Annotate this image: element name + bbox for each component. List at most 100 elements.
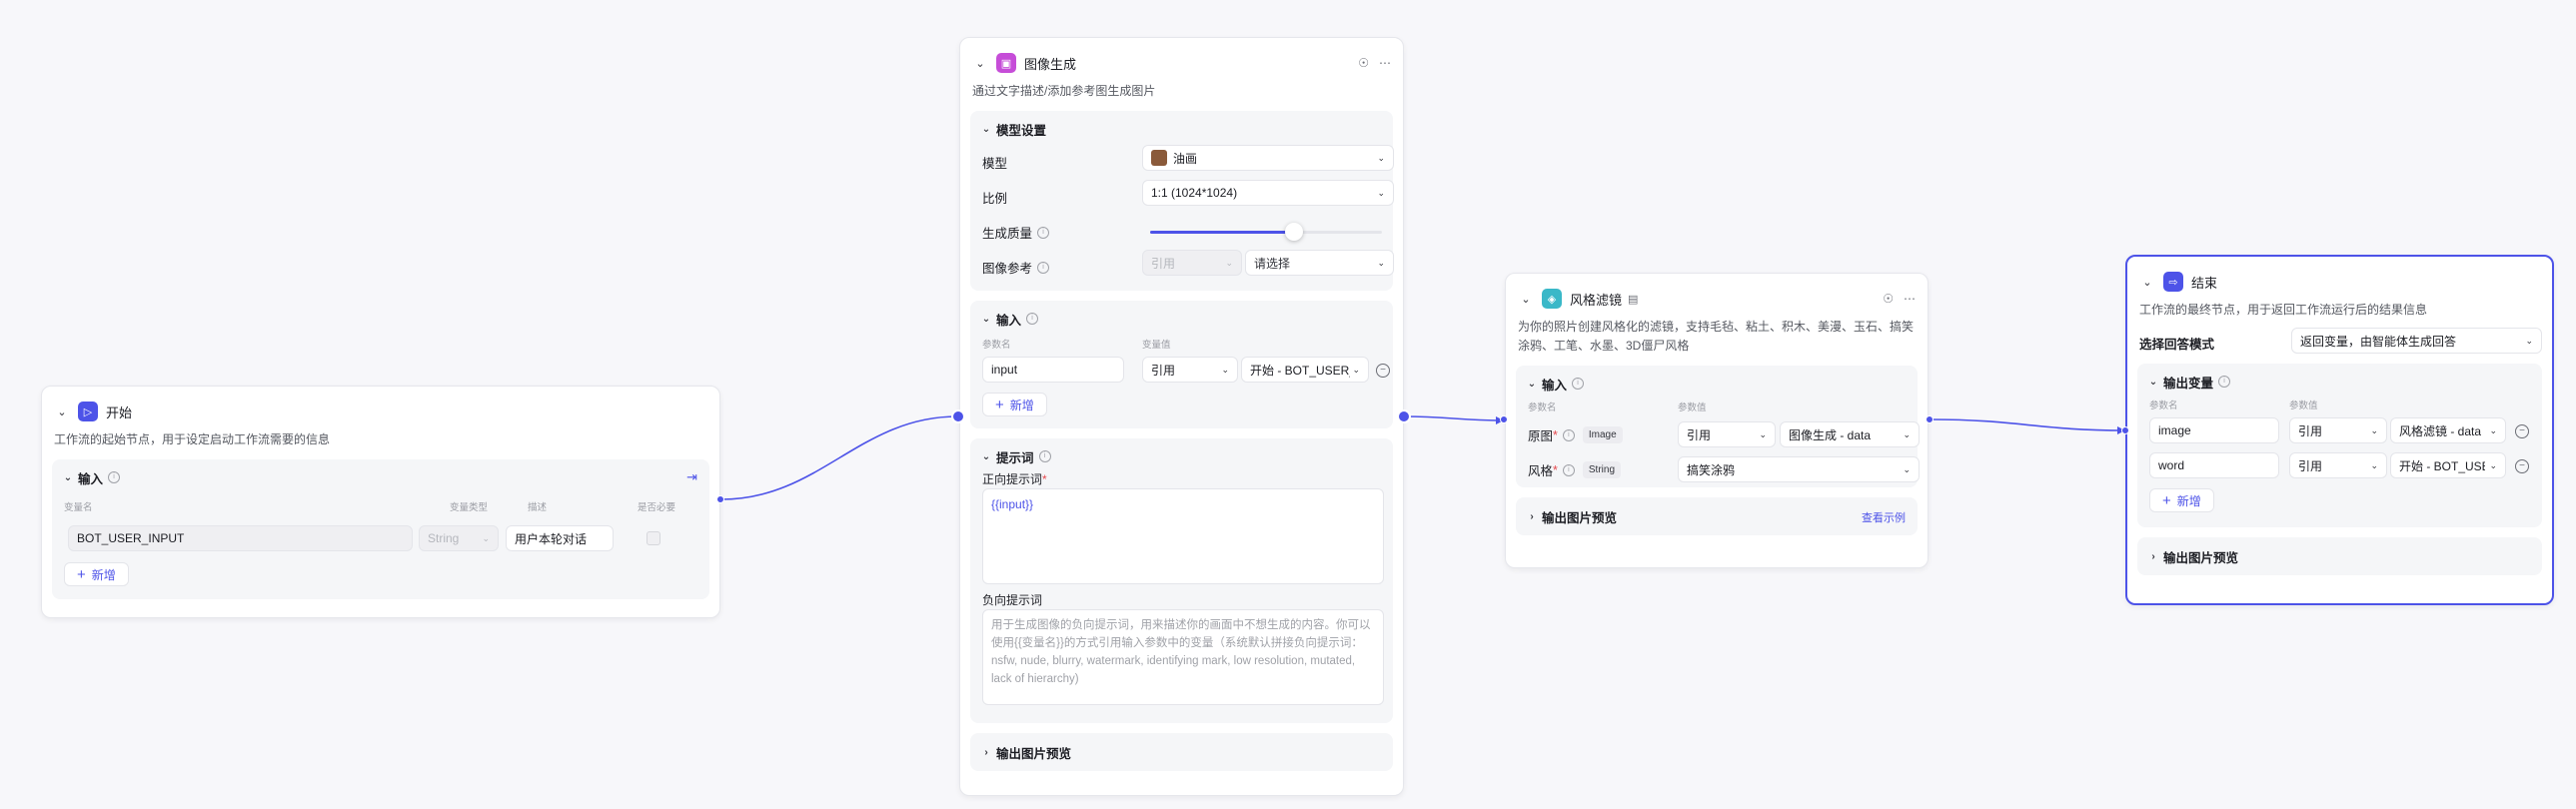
add-variable-button[interactable]: + 新增 — [64, 562, 129, 586]
chevron-down-icon[interactable]: ⌄ — [980, 121, 992, 137]
chevron-down-icon[interactable]: ⌄ — [980, 448, 992, 464]
style-filter-node[interactable]: ⌄ ◈ 风格滤镜 ▤ ☉ ⋯ 为你的照片创建风格化的滤镜，支持毛毡、粘土、积木、… — [1505, 273, 1929, 568]
image-node-header[interactable]: ⌄ ▣ 图像生成 ☉ ⋯ — [972, 50, 1391, 76]
model-label: 模型 — [982, 157, 1008, 171]
chevron-down-icon[interactable]: ⌄ — [54, 404, 70, 419]
add-variable-icon[interactable]: ⇥ — [686, 469, 697, 485]
node-description: 工作流的最终节点，用于返回工作流运行后的结果信息 — [2139, 303, 2428, 317]
filter-output-port[interactable] — [1926, 415, 1933, 423]
remove-row-icon[interactable]: − — [1376, 364, 1390, 378]
info-icon: i — [1026, 313, 1039, 325]
model-settings-title[interactable]: ⌄ 模型设置 — [980, 119, 1383, 139]
output-vars-title[interactable]: ⌄ 输出变量 i — [2147, 372, 2532, 392]
start-output-port[interactable] — [716, 495, 724, 503]
more-icon[interactable]: ⋯ — [1904, 292, 1916, 306]
positive-prompt-input[interactable]: {{input}} — [982, 488, 1384, 584]
chevron-right-icon[interactable]: › — [1526, 508, 1538, 524]
quality-slider[interactable] — [1150, 223, 1382, 241]
debug-icon[interactable]: ☉ — [1358, 56, 1369, 70]
filter-node-header[interactable]: ⌄ ◈ 风格滤镜 ▤ ☉ ⋯ — [1518, 286, 1916, 312]
info-icon: i — [2218, 376, 2231, 388]
add-output-var-button[interactable]: + 新增 — [2149, 488, 2214, 512]
end-node[interactable]: ⌄ ⇨ 结束 工作流的最终节点，用于返回工作流运行后的结果信息 选择回答模式 返… — [2125, 255, 2554, 605]
chevron-down-icon[interactable]: ⌄ — [62, 469, 74, 485]
input-section-title[interactable]: ⌄ 输入 i — [980, 309, 1383, 329]
filter-input-port[interactable] — [1500, 415, 1508, 423]
output-var-name-field[interactable]: word — [2149, 452, 2279, 478]
quality-label: 生成质量 i — [982, 223, 1050, 242]
answer-mode-row: 选择回答模式 返回变量，由智能体生成回答 ⌄ — [2139, 326, 2542, 360]
chevron-right-icon[interactable]: › — [980, 744, 992, 760]
image-ref-select[interactable]: 请选择 ⌄ — [1245, 250, 1394, 276]
style-select[interactable]: 搞笑涂鸦 ⌄ — [1678, 456, 1920, 482]
col-var-type: 变量类型 — [450, 502, 489, 513]
input-section-title[interactable]: ⌄ 输入 i — [62, 467, 699, 487]
image-output-port[interactable] — [1397, 409, 1411, 423]
chevron-down-icon[interactable]: ⌄ — [2139, 274, 2155, 290]
plus-icon: + — [995, 396, 1004, 413]
output-preview-section[interactable]: › 输出图片预览 — [2137, 537, 2542, 575]
answer-mode-select[interactable]: 返回变量，由智能体生成回答 ⌄ — [2291, 328, 2542, 354]
chevron-down-icon: ⌄ — [1377, 152, 1385, 163]
output-var-mode-select[interactable]: 引用 ⌄ — [2289, 417, 2387, 443]
output-var-ref-select[interactable]: 开始 - BOT_USER_INPUT ⌄ — [2390, 452, 2506, 478]
end-input-port[interactable] — [2121, 426, 2129, 434]
var-desc-field[interactable]: 用户本轮对话 — [506, 525, 614, 551]
image-ref-mode-select[interactable]: 引用 ⌄ — [1142, 250, 1242, 276]
info-icon: i — [108, 471, 121, 483]
chevron-down-icon: ⌄ — [1903, 428, 1911, 439]
ratio-select[interactable]: 1:1 (1024*1024) ⌄ — [1142, 180, 1394, 206]
input-section-title[interactable]: ⌄ 输入 i — [1526, 374, 1908, 394]
output-var-ref-select[interactable]: 风格滤镜 - data ⌄ — [2390, 417, 2506, 443]
remove-row-icon[interactable]: − — [2515, 424, 2529, 438]
more-icon[interactable]: ⋯ — [1379, 56, 1391, 70]
input-name-field[interactable]: input — [982, 357, 1124, 383]
chevron-down-icon: ⌄ — [1759, 428, 1767, 439]
oil-painting-thumb-icon — [1151, 150, 1167, 166]
start-node[interactable]: ⌄ ▷ 开始 工作流的起始节点，用于设定启动工作流需要的信息 ⌄ 输入 i ⇥ … — [41, 386, 720, 618]
output-preview-title[interactable]: › 输出图片预览 — [1526, 506, 1908, 526]
var-type-select[interactable]: String ⌄ — [419, 525, 499, 551]
edge-filter-to-end[interactable] — [1930, 418, 2126, 431]
output-vars-section: ⌄ 输出变量 i 参数名 参数值 image 引用 ⌄ 风格滤镜 - data … — [2137, 364, 2542, 527]
add-input-button[interactable]: + 新增 — [982, 393, 1047, 416]
negative-prompt-input[interactable]: 用于生成图像的负向提示词，用来描述你的画面中不想生成的内容。你可以使用{{变量名… — [982, 609, 1384, 705]
chevron-down-icon[interactable]: ⌄ — [2147, 374, 2159, 390]
model-select[interactable]: 油画 ⌄ — [1142, 145, 1394, 171]
quality-slider-knob[interactable] — [1284, 223, 1303, 241]
output-preview-section[interactable]: › 输出图片预览 查看示例 — [1516, 497, 1918, 535]
prompt-section-title[interactable]: ⌄ 提示词 i — [980, 446, 1383, 466]
image-ref-select[interactable]: 图像生成 - data ⌄ — [1780, 421, 1920, 447]
plugin-doc-icon[interactable]: ▤ — [1628, 293, 1638, 306]
output-preview-title[interactable]: › 输出图片预览 — [2147, 546, 2532, 566]
output-var-name-field[interactable]: image — [2149, 417, 2279, 443]
var-name-field[interactable]: BOT_USER_INPUT — [68, 525, 413, 551]
debug-icon[interactable]: ☉ — [1883, 292, 1894, 306]
input-ref-select[interactable]: 开始 - BOT_USER_INPUT ⌄ — [1241, 357, 1369, 383]
remove-row-icon[interactable]: − — [2515, 459, 2529, 473]
chevron-down-icon: ⌄ — [1225, 257, 1233, 268]
node-title: 图像生成 — [1024, 56, 1077, 72]
chevron-down-icon[interactable]: ⌄ — [1518, 291, 1534, 307]
chevron-down-icon[interactable]: ⌄ — [1526, 376, 1538, 392]
play-icon: ▷ — [78, 402, 98, 421]
start-node-header[interactable]: ⌄ ▷ 开始 — [54, 399, 707, 424]
image-input-port[interactable] — [951, 409, 965, 423]
chevron-down-icon[interactable]: ⌄ — [980, 311, 992, 327]
chevron-right-icon[interactable]: › — [2147, 548, 2159, 564]
output-var-mode-select[interactable]: 引用 ⌄ — [2289, 452, 2387, 478]
chevron-down-icon[interactable]: ⌄ — [972, 55, 988, 71]
image-gen-node[interactable]: ⌄ ▣ 图像生成 ☉ ⋯ 通过文字描述/添加参考图生成图片 ⌄ 模型设置 模型 … — [959, 37, 1404, 796]
required-checkbox[interactable] — [646, 531, 660, 545]
view-example-link[interactable]: 查看示例 — [1862, 509, 1906, 525]
image-mode-select[interactable]: 引用 ⌄ — [1678, 421, 1776, 447]
output-preview-title[interactable]: › 输出图片预览 — [980, 742, 1383, 762]
edge-image-to-filter[interactable] — [1403, 415, 1505, 421]
end-node-header[interactable]: ⌄ ⇨ 结束 — [2139, 269, 2540, 295]
edge-start-to-image[interactable] — [720, 415, 958, 500]
input-mode-select[interactable]: 引用 ⌄ — [1142, 357, 1238, 383]
chevron-down-icon: ⌄ — [1377, 187, 1385, 198]
chevron-down-icon: ⌄ — [2489, 424, 2497, 435]
node-description: 为你的照片创建风格化的滤镜，支持毛毡、粘土、积木、美漫、玉石、搞笑涂鸦、工笔、水… — [1518, 320, 1915, 353]
output-preview-section[interactable]: › 输出图片预览 — [970, 733, 1393, 771]
